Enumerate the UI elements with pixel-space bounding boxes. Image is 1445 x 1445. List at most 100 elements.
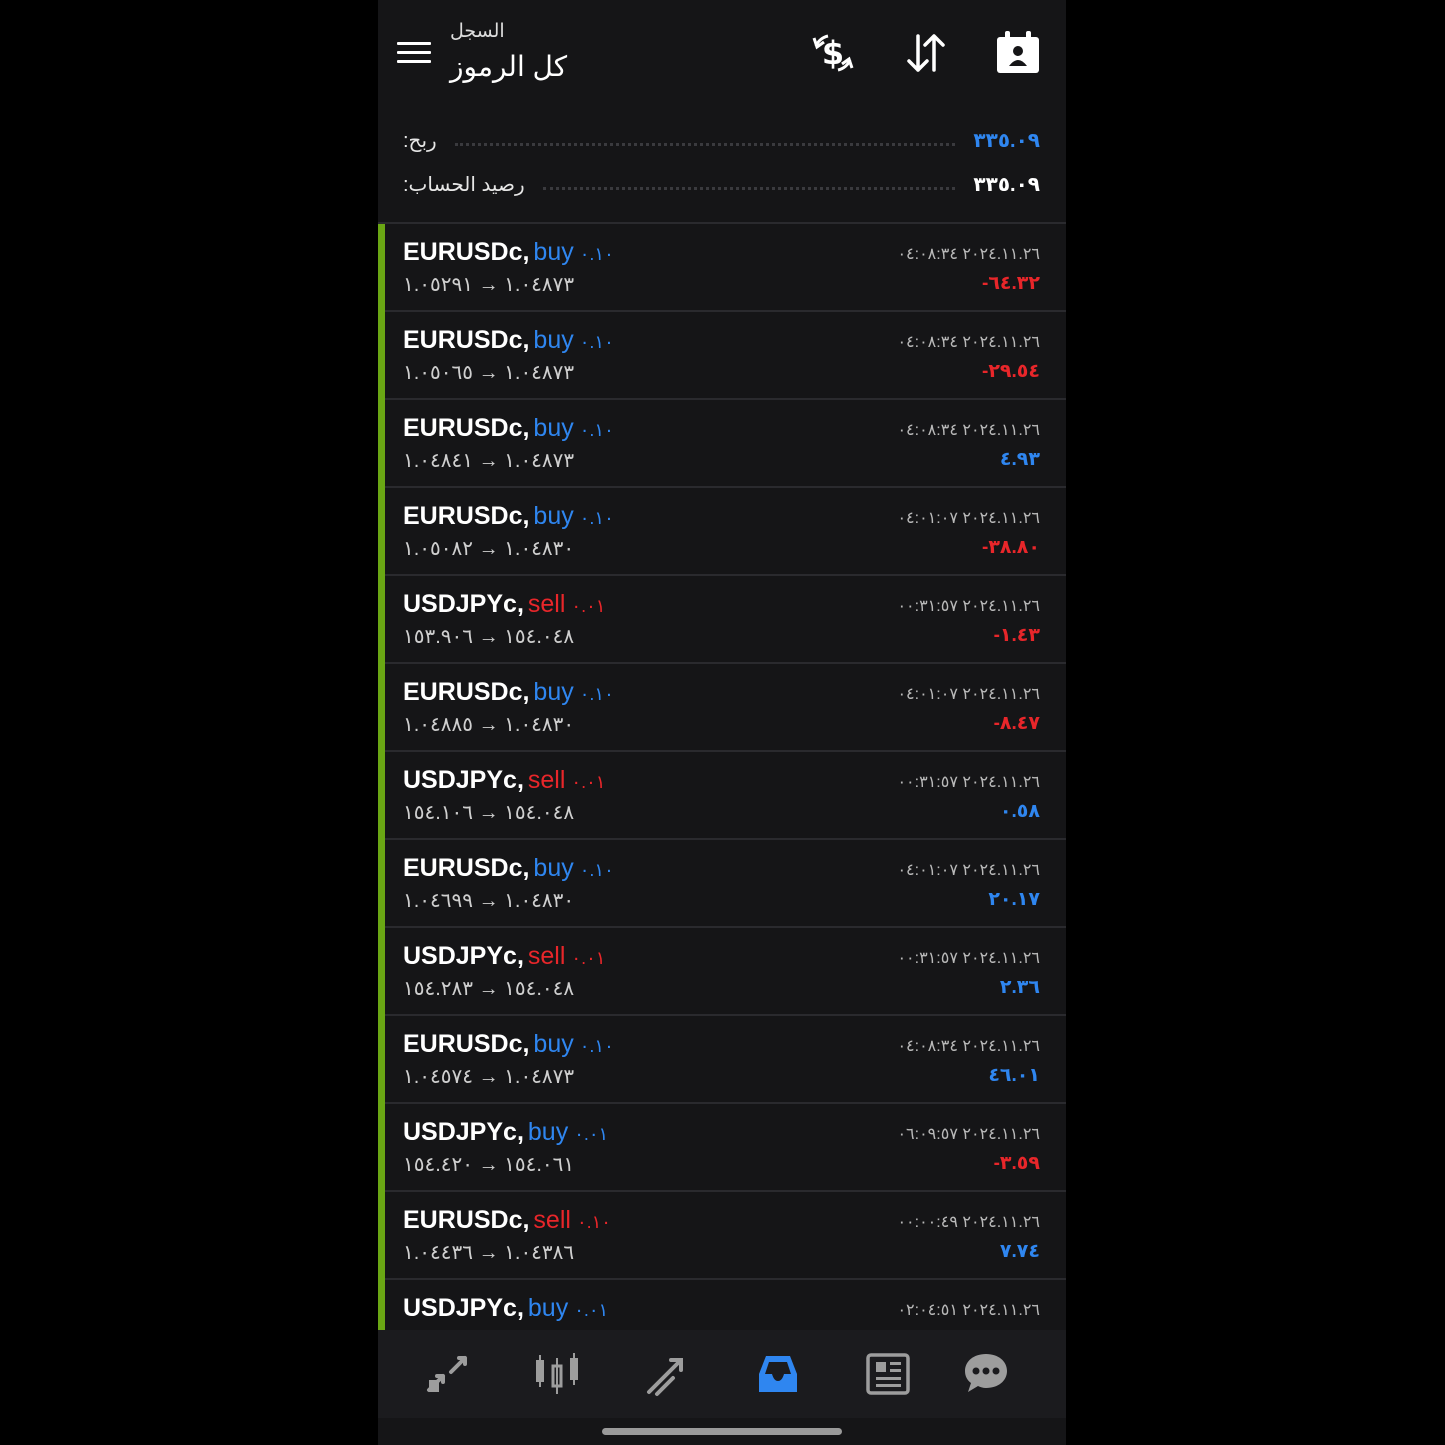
home-indicator[interactable] (602, 1428, 842, 1435)
trade-symbol: EURUSDc, (403, 414, 530, 442)
trade-volume: ٠.١٠ (579, 508, 614, 528)
trade-time: ٢٠٢٤.١١.٢٦ ٠٢:٠٤:٥١ (897, 1302, 1040, 1319)
trade-prices: ١.٠٤٨٧٣ → ١.٠٤٥٧٤ (403, 1066, 575, 1088)
news-icon[interactable] (864, 1350, 912, 1398)
position-indicator-bar (378, 576, 385, 664)
trade-volume: ٠.١٠ (576, 1212, 611, 1232)
position-indicator-bar (378, 1192, 385, 1280)
trade-row[interactable]: EURUSDc, buy ٠.١٠ ١.٠٤٨٧٣ → ١.٠٤٨٤١ ٢٠٢٤.١١.… (378, 400, 1066, 488)
trade-symbol: EURUSDc, (403, 502, 530, 530)
trade-prices: ١٥٤.٠٤٨ → ١٥٤.١٠٦ (403, 802, 575, 824)
trade-row[interactable]: EURUSDc, buy ٠.١٠ ١.٠٤٨٧٣ → ١.٠٥٠٦٥ ٢٠٢٤.١١.… (378, 312, 1066, 400)
trade-symbol: EURUSDc, (403, 854, 530, 882)
chart-icon[interactable] (533, 1350, 581, 1398)
position-indicator-bar (378, 224, 385, 312)
dotted-leader (542, 186, 956, 190)
trade-title: EURUSDc, buy ٠.١٠ (403, 854, 614, 883)
trade-symbol: USDJPYc, (403, 1294, 524, 1322)
position-indicator-bar (378, 400, 385, 488)
balance-label: رصيد الحساب: (403, 173, 525, 196)
trade-prices: ١٥٤.٠٤٨ → ١٥٤.٢٨٣ (403, 978, 575, 1000)
trade-row[interactable]: EURUSDc, buy ٠.١٠ ١.٠٤٨٧٣ → ١.٠٥٢٩١ ٢٠٢٤.١١.… (378, 224, 1066, 312)
trade-title: EURUSDc, sell ٠.١٠ (403, 1206, 611, 1235)
trade-profit: -١.٤٣ (993, 625, 1040, 646)
trade-prices: ١٥٤.٠٤٨ → ١٥٣.٩٠٦ (403, 626, 575, 648)
trade-direction: buy (533, 854, 574, 882)
trade-row[interactable]: EURUSDc, buy ٠.١٠ ١.٠٤٨٣٠ → ١.٠٥٠٨٢ ٢٠٢٤.١١.… (378, 488, 1066, 576)
trade-prices: ١.٠٤٨٧٣ → ١.٠٤٨٤١ (403, 450, 575, 472)
trade-row[interactable]: EURUSDc, buy ٠.١٠ ١.٠٤٨٧٣ → ١.٠٤٥٧٤ ٢٠٢٤.١١.… (378, 1016, 1066, 1104)
trade-prices: ١.٠٤٨٣٠ → ١.٠٥٠٨٢ (403, 538, 575, 560)
trade-profit: -٣٨.٨٠ (982, 537, 1040, 558)
trade-time: ٢٠٢٤.١١.٢٦ ٠٤:٠١:٠٧ (897, 862, 1040, 879)
trade-prices: ١.٠٤٨٣٠ → ١.٠٤٦٩٩ (403, 890, 575, 912)
trade-row[interactable]: USDJPYc, buy ٠.٠١ ١٥٤.٠٦١ → ١٥٤.٤٢٠ ٢٠٢٤.١١.… (378, 1104, 1066, 1192)
trade-direction: sell (527, 590, 566, 618)
trade-row[interactable]: EURUSDc, buy ٠.١٠ ١.٠٤٨٣٠ → ١.٠٤٦٩٩ ٢٠٢٤.١١.… (378, 840, 1066, 928)
trade-row[interactable]: USDJPYc, sell ٠.٠١ ١٥٤.٠٤٨ → ١٥٤.٢٨٣ ٢٠٢٤.١١… (378, 928, 1066, 1016)
quotes-icon[interactable] (423, 1350, 471, 1398)
trade-direction: buy (533, 1030, 574, 1058)
trade-profit: -٢٩.٥٤ (982, 361, 1040, 382)
trade-profit: -٣.٥٩ (993, 1153, 1040, 1174)
trade-title: USDJPYc, sell ٠.٠١ (403, 766, 605, 795)
menu-icon[interactable] (397, 40, 431, 66)
trade-icon[interactable] (643, 1350, 691, 1398)
trade-symbol: EURUSDc, (403, 1206, 530, 1234)
trade-title: USDJPYc, sell ٠.٠١ (403, 942, 605, 971)
trade-title: USDJPYc, buy ٠.٠١ (403, 1118, 608, 1147)
trade-prices: ١.٠٤٣٨٦ → ١.٠٤٤٣٦ (403, 1242, 575, 1264)
chat-icon[interactable] (962, 1350, 1010, 1398)
deposit-icon[interactable]: $ (808, 28, 858, 78)
position-indicator-bar (378, 664, 385, 752)
svg-text:$: $ (822, 34, 844, 72)
calendar-icon[interactable] (993, 28, 1043, 78)
trade-direction: sell (527, 942, 566, 970)
trade-volume: ٠.٠١ (571, 596, 606, 616)
trade-time: ٢٠٢٤.١١.٢٦ ٠٦:٠٩:٥٧ (897, 1126, 1040, 1143)
trade-title: EURUSDc, buy ٠.١٠ (403, 414, 614, 443)
trade-title: EURUSDc, buy ٠.١٠ (403, 678, 614, 707)
trade-direction: buy (533, 238, 574, 266)
trade-list[interactable]: EURUSDc, buy ٠.١٠ ١.٠٤٨٧٣ → ١.٠٥٢٩١ ٢٠٢٤.١١.… (378, 224, 1066, 1330)
account-summary: ربح: ٣٣٥.٠٩ رصيد الحساب: ٣٣٥.٠٩ (378, 112, 1066, 222)
page-title[interactable]: كل الرموز (450, 50, 567, 83)
position-indicator-bar (378, 488, 385, 576)
trade-profit: ٠.٥٨ (999, 801, 1040, 822)
trade-profit: ٧.٧٤ (999, 1241, 1040, 1262)
trade-row[interactable]: EURUSDc, buy ٠.١٠ ١.٠٤٨٣٠ → ١.٠٤٨٨٥ ٢٠٢٤.١١.… (378, 664, 1066, 752)
trade-prices: ١٥٤.٠٦١ → ١٥٤.٤٢٠ (403, 1154, 575, 1176)
phone-screen: السجل كل الرموز $ ربح: ٣٣٥.٠٩ رصيد الحسا… (378, 0, 1066, 1445)
trade-title: USDJPYc, buy ٠.٠١ (403, 1294, 608, 1323)
page-subtitle: السجل (450, 21, 505, 42)
trade-volume: ٠.٠١ (571, 772, 606, 792)
trade-title: EURUSDc, buy ٠.١٠ (403, 1030, 614, 1059)
trade-profit: -٦٤.٣٢ (982, 273, 1040, 294)
trade-symbol: USDJPYc, (403, 1118, 524, 1146)
trade-volume: ٠.١٠ (579, 420, 614, 440)
trade-row[interactable]: USDJPYc, buy ٠.٠١ ٢٠٢٤.١١.٢٦ ٠٢:٠٤:٥١ (378, 1280, 1066, 1330)
history-icon[interactable] (754, 1350, 802, 1398)
trade-row[interactable]: USDJPYc, sell ٠.٠١ ١٥٤.٠٤٨ → ١٥٤.١٠٦ ٢٠٢٤.١١… (378, 752, 1066, 840)
position-indicator-bar (378, 1104, 385, 1192)
trade-prices: ١.٠٤٨٣٠ → ١.٠٤٨٨٥ (403, 714, 575, 736)
trade-time: ٢٠٢٤.١١.٢٦ ٠٠:٠٠:٤٩ (897, 1214, 1040, 1231)
trade-row[interactable]: EURUSDc, sell ٠.١٠ ١.٠٤٣٨٦ → ١.٠٤٤٣٦ ٢٠٢٤.١١… (378, 1192, 1066, 1280)
trade-symbol: EURUSDc, (403, 326, 530, 354)
trade-title: USDJPYc, sell ٠.٠١ (403, 590, 605, 619)
trade-title: EURUSDc, buy ٠.١٠ (403, 502, 614, 531)
position-indicator-bar (378, 840, 385, 928)
trade-volume: ٠.١٠ (579, 684, 614, 704)
trade-time: ٢٠٢٤.١١.٢٦ ٠٠:٣١:٥٧ (897, 774, 1040, 791)
trade-prices: ١.٠٤٨٧٣ → ١.٠٥٢٩١ (403, 274, 575, 296)
trade-volume: ٠.١٠ (579, 244, 614, 264)
trade-row[interactable]: USDJPYc, sell ٠.٠١ ١٥٤.٠٤٨ → ١٥٣.٩٠٦ ٢٠٢٤.١١… (378, 576, 1066, 664)
app-header: السجل كل الرموز $ (378, 0, 1066, 112)
position-indicator-bar (378, 752, 385, 840)
position-indicator-bar (378, 1016, 385, 1104)
position-indicator-bar (378, 1280, 385, 1330)
sort-icon[interactable] (901, 28, 951, 78)
trade-profit: -٨.٤٧ (993, 713, 1040, 734)
trade-profit: ٤.٩٣ (999, 449, 1040, 470)
trade-volume: ٠.١٠ (579, 860, 614, 880)
